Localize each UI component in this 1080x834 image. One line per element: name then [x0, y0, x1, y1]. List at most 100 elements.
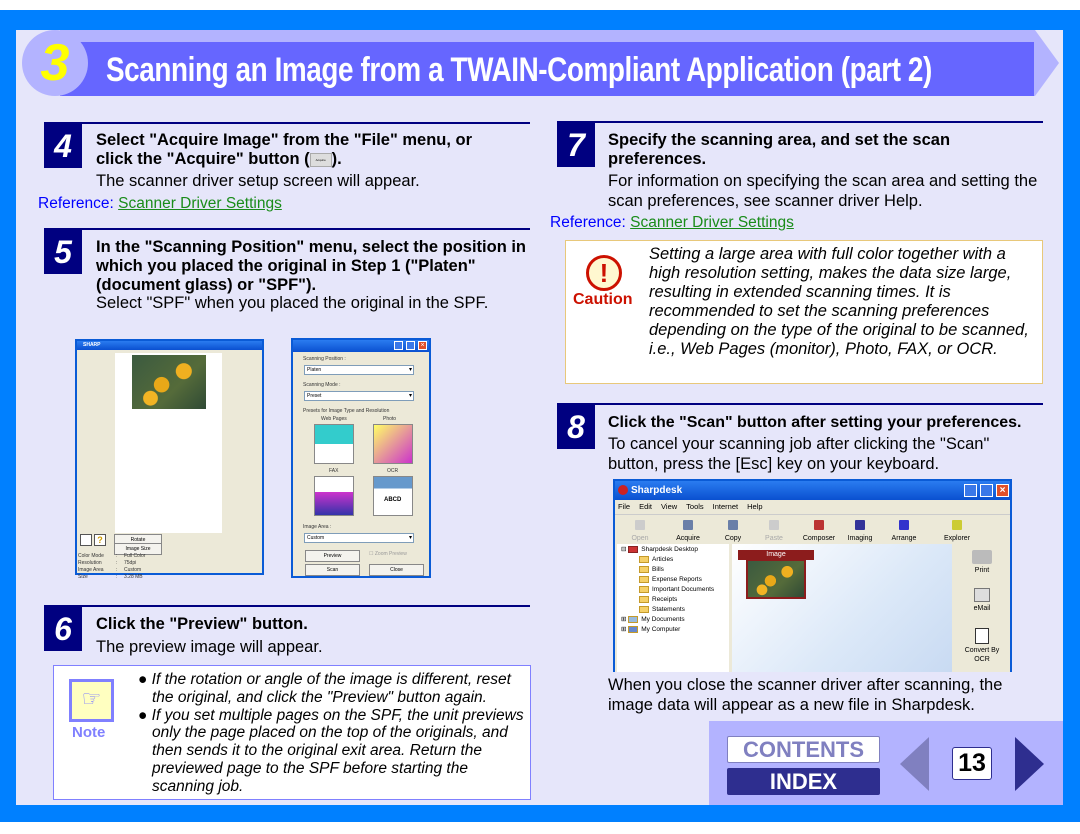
tree-item-folder[interactable]: Expense Reports [621, 575, 729, 585]
maximize-icon[interactable] [406, 341, 415, 350]
next-page-arrow-icon[interactable] [1015, 737, 1044, 791]
photo-preset-button[interactable] [373, 424, 413, 464]
step-divider [44, 228, 530, 230]
minimize-icon[interactable] [964, 484, 977, 497]
preview-button[interactable]: Preview [305, 550, 360, 562]
step-body: The scanner driver setup screen will app… [96, 172, 420, 190]
tree-item-folder[interactable]: Bills [621, 565, 729, 575]
toolbar: Open Acquire Copy Paste Composer Imaging… [615, 514, 1010, 544]
acquire-button-icon: Acquire [309, 152, 332, 167]
image-area-select[interactable]: Custom [304, 533, 414, 543]
acquire-button[interactable]: Acquire [668, 514, 708, 543]
open-button[interactable]: Open [620, 514, 660, 543]
email-action[interactable]: eMail [960, 588, 1004, 613]
scanning-position-select[interactable]: Platen [304, 365, 414, 375]
note-list: ● If the rotation or angle of the image … [138, 671, 528, 796]
tree-item-folder[interactable]: Important Documents [621, 585, 729, 595]
menu-help[interactable]: Help [747, 502, 762, 511]
info-row: Image Area: Custom [78, 567, 142, 573]
tree-item-folder[interactable]: Receipts [621, 595, 729, 605]
paste-button[interactable]: Paste [754, 514, 794, 543]
close-icon[interactable]: × [996, 484, 1009, 497]
preview-area[interactable] [115, 353, 222, 533]
tree-item-folder[interactable]: Articles [621, 555, 729, 565]
previous-page-arrow-icon[interactable] [900, 737, 929, 791]
step-divider [557, 121, 1043, 123]
closing-text: When you close the scanner driver after … [608, 676, 1003, 714]
header-arrow [1035, 30, 1059, 96]
menu-edit[interactable]: Edit [639, 502, 652, 511]
step-number: 8 [557, 405, 595, 449]
preset-label: FAX [329, 468, 339, 474]
convert-ocr-action[interactable]: Convert By OCR [956, 628, 1008, 664]
zoom-icon[interactable] [80, 534, 92, 546]
scanning-mode-select[interactable]: Preset [304, 391, 414, 401]
info-row: Resolution:75dpi [78, 560, 137, 566]
menu-view[interactable]: View [661, 502, 677, 511]
reference-label: Reference: [550, 214, 626, 231]
reference-label: Reference: [38, 195, 114, 212]
desktop-area: Image [732, 544, 952, 672]
print-action[interactable]: Print [960, 550, 1004, 575]
chapter-number: 3 [40, 34, 70, 92]
pointing-hand-icon: ☞ [69, 679, 114, 722]
note-item: ● If the rotation or angle of the image … [138, 671, 511, 706]
arrange-button[interactable]: Arrange [884, 514, 924, 543]
reference: Reference: Scanner Driver Settings [38, 194, 282, 213]
image-area-label: Image Area : [303, 524, 332, 530]
preview-image [132, 355, 206, 409]
exclamation-icon: ! [586, 255, 622, 291]
scanner-driver-window: × Scanning Position : Platen Scanning Mo… [291, 338, 431, 578]
scanner-driver-settings-link[interactable]: Scanner Driver Settings [630, 214, 794, 231]
tree-item-root[interactable]: ⊟ Sharpdesk Desktop [621, 545, 729, 555]
fax-preset-button[interactable] [314, 476, 354, 516]
imaging-button[interactable]: Imaging [840, 514, 880, 543]
step-title: Specify the scanning area, and set the s… [608, 131, 951, 168]
window-title: SHARP [77, 341, 262, 350]
info-row: Size:3.28 MB [78, 574, 143, 580]
preset-label: Photo [383, 416, 397, 422]
note-box: ☞ Note ● If the rotation or angle of the… [53, 665, 531, 800]
explorer-button[interactable]: Explorer [937, 514, 977, 543]
menu-bar: File Edit View Tools Internet Help [615, 500, 1010, 515]
step-title-line: click the "Acquire" button ( [96, 150, 310, 168]
caution-box: ! Caution Setting a large area with full… [565, 240, 1043, 384]
copy-button[interactable]: Copy [713, 514, 753, 543]
close-icon[interactable]: × [418, 341, 427, 350]
tree-item-my-documents[interactable]: ⊞ My Documents [621, 615, 729, 625]
zoom-preview-checkbox[interactable]: ☐ Zoom Preview [369, 551, 407, 558]
index-button[interactable]: INDEX [727, 768, 880, 795]
tree-item-my-computer[interactable]: ⊞ My Computer [621, 625, 729, 635]
note-label: Note [72, 724, 106, 741]
step-divider [44, 605, 530, 607]
scan-button[interactable]: Scan [305, 564, 360, 576]
step-title: Click the "Preview" button. [96, 615, 308, 633]
step-title: In the "Scanning Position" menu, select … [96, 238, 527, 294]
step-number: 6 [44, 607, 82, 651]
composer-button[interactable]: Composer [799, 514, 839, 543]
minimize-icon[interactable] [394, 341, 403, 350]
menu-internet[interactable]: Internet [713, 502, 738, 511]
step-title: Select "Acquire Image" from the "File" m… [96, 131, 526, 169]
step-body: To cancel your scanning job after clicki… [608, 435, 990, 473]
web-pages-preset-button[interactable] [314, 424, 354, 464]
step-title-line: ). [331, 150, 342, 168]
menu-file[interactable]: File [618, 502, 630, 511]
step-number: 4 [44, 124, 82, 168]
window-titlebar: × [293, 340, 429, 352]
step-title: Click the "Scan" button after setting yo… [608, 414, 1022, 431]
window-title: Sharpdesk [615, 481, 1010, 500]
scanner-driver-settings-link[interactable]: Scanner Driver Settings [118, 195, 282, 212]
contents-button[interactable]: CONTENTS [727, 736, 880, 763]
help-icon[interactable]: ? [94, 534, 106, 546]
caution-label: Caution [573, 291, 633, 308]
menu-tools[interactable]: Tools [686, 502, 704, 511]
step-title-line: Select "Acquire Image" from the "File" m… [96, 131, 473, 149]
image-item-thumbnail[interactable] [746, 559, 806, 599]
tree-item-folder[interactable]: Statements [621, 605, 729, 615]
info-row: Color Mode: Full Color [78, 553, 146, 559]
ocr-preset-button[interactable]: ABCD [373, 476, 413, 516]
close-button[interactable]: Close [369, 564, 424, 576]
page-number: 13 [952, 747, 992, 780]
maximize-icon[interactable] [980, 484, 993, 497]
